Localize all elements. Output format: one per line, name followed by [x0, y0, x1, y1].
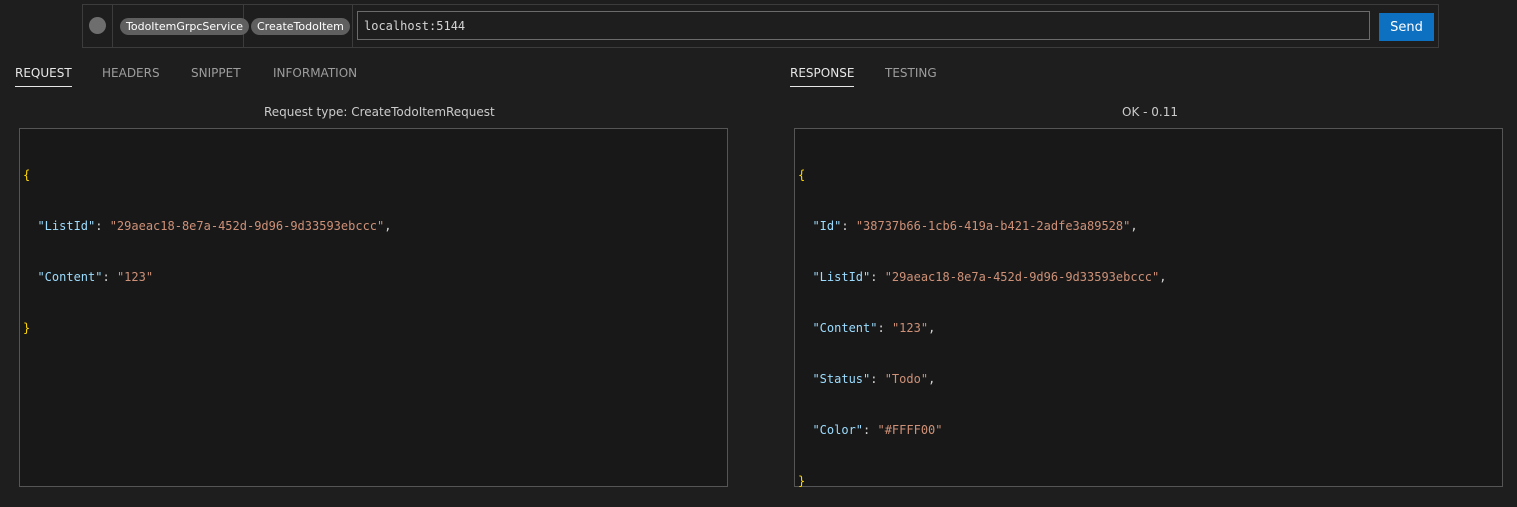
request-editor[interactable]: { "ListId": "29aeac18-8e7a-452d-9d96-9d3…: [19, 128, 728, 487]
json-colon: :: [870, 270, 885, 284]
json-key: "Color": [812, 423, 864, 437]
code-line: "Status": "Todo",: [798, 371, 1502, 388]
json-comma: ,: [928, 321, 936, 335]
tab-headers[interactable]: HEADERS: [102, 66, 160, 86]
service-selector[interactable]: TodoItemGrpcService: [120, 18, 250, 35]
json-comma: ,: [384, 219, 392, 233]
json-value: "123": [891, 321, 929, 335]
code-line: "Content": "123": [23, 269, 727, 286]
response-viewer[interactable]: { "Id": "38737b66-1cb6-419a-b421-2adfe3a…: [794, 128, 1503, 490]
json-key: "Status": [812, 372, 871, 386]
json-key: "ListId": [37, 219, 96, 233]
json-key: "Content": [37, 270, 103, 284]
json-comma: ,: [1130, 219, 1138, 233]
tab-snippet[interactable]: SNIPPET: [191, 66, 241, 86]
send-button[interactable]: Send: [1379, 13, 1434, 41]
tab-information[interactable]: INFORMATION: [273, 66, 357, 86]
json-brace: }: [798, 474, 806, 488]
json-brace: }: [23, 321, 31, 335]
json-brace: {: [23, 168, 31, 182]
connection-status-icon: [89, 17, 106, 34]
json-colon: :: [877, 321, 892, 335]
response-status-label: OK - 0.11: [1122, 105, 1178, 119]
code-line: "ListId": "29aeac18-8e7a-452d-9d96-9d335…: [23, 218, 727, 235]
code-line: "Content": "123",: [798, 320, 1502, 337]
tab-request[interactable]: REQUEST: [15, 66, 72, 87]
code-line: "Id": "38737b66-1cb6-419a-b421-2adfe3a89…: [798, 218, 1502, 235]
code-line: }: [798, 473, 1502, 490]
json-key: "Content": [812, 321, 878, 335]
code-line: "ListId": "29aeac18-8e7a-452d-9d96-9d335…: [798, 269, 1502, 286]
url-input[interactable]: [357, 11, 1370, 40]
json-value: "29aeac18-8e7a-452d-9d96-9d33593ebccc": [109, 219, 385, 233]
json-key: "ListId": [812, 270, 871, 284]
code-line: }: [23, 320, 727, 337]
request-type-label: Request type: CreateTodoItemRequest: [264, 105, 495, 119]
json-value: "123": [116, 270, 154, 284]
json-value: "Todo": [884, 372, 929, 386]
service-cell: TodoItemGrpcService: [113, 5, 250, 47]
code-line: "Color": "#FFFF00": [798, 422, 1502, 439]
json-value: "#FFFF00": [877, 423, 943, 437]
method-cell: CreateTodoItem: [244, 5, 353, 47]
json-comma: ,: [928, 372, 936, 386]
tab-testing[interactable]: TESTING: [885, 66, 937, 86]
json-colon: :: [870, 372, 885, 386]
json-brace: {: [798, 168, 806, 182]
code-line: {: [23, 167, 727, 184]
json-colon: :: [102, 270, 117, 284]
json-value: "29aeac18-8e7a-452d-9d96-9d33593ebccc": [884, 270, 1160, 284]
json-colon: :: [95, 219, 110, 233]
json-colon: :: [841, 219, 856, 233]
json-value: "38737b66-1cb6-419a-b421-2adfe3a89528": [855, 219, 1131, 233]
request-toolbar: TodoItemGrpcService CreateTodoItem Send: [82, 4, 1439, 48]
json-colon: :: [863, 423, 878, 437]
json-comma: ,: [1159, 270, 1167, 284]
method-selector[interactable]: CreateTodoItem: [251, 18, 350, 35]
tab-response[interactable]: RESPONSE: [790, 66, 855, 87]
json-key: "Id": [812, 219, 842, 233]
status-cell: [83, 5, 113, 47]
code-line: {: [798, 167, 1502, 184]
